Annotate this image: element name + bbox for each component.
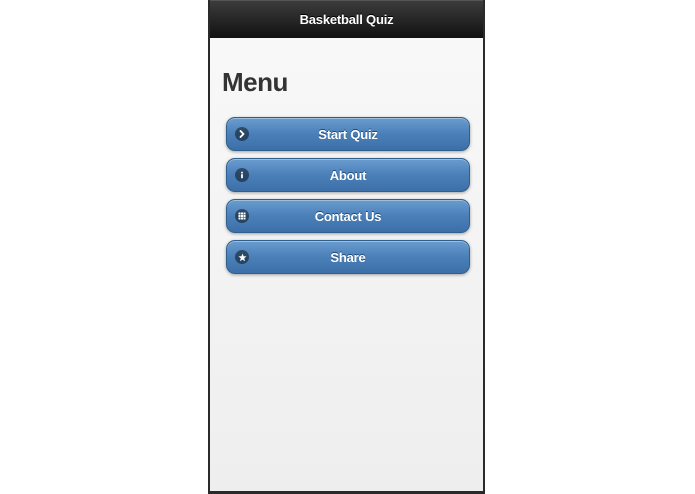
share-label: Share [330, 249, 366, 265]
about-label: About [329, 167, 367, 183]
phone-screen: Basketball Quiz Menu Start Quiz About Co… [208, 0, 485, 494]
start-quiz-button[interactable]: Start Quiz [226, 117, 470, 151]
about-button[interactable]: About [226, 158, 470, 192]
contact-us-button[interactable]: Contact Us [226, 199, 470, 233]
header-title: Basketball Quiz [299, 12, 394, 27]
share-button[interactable]: Share [226, 240, 470, 274]
contact-us-label: Contact Us [314, 208, 382, 224]
start-quiz-label: Start Quiz [318, 126, 378, 142]
menu-list: Start Quiz About Contact Us Share [226, 117, 470, 281]
page-title: Menu [222, 67, 288, 97]
info-icon [235, 168, 249, 182]
arrow-right-icon [235, 127, 249, 141]
grid-icon [235, 209, 249, 223]
header-bar: Basketball Quiz [210, 0, 483, 38]
star-icon [235, 250, 249, 264]
